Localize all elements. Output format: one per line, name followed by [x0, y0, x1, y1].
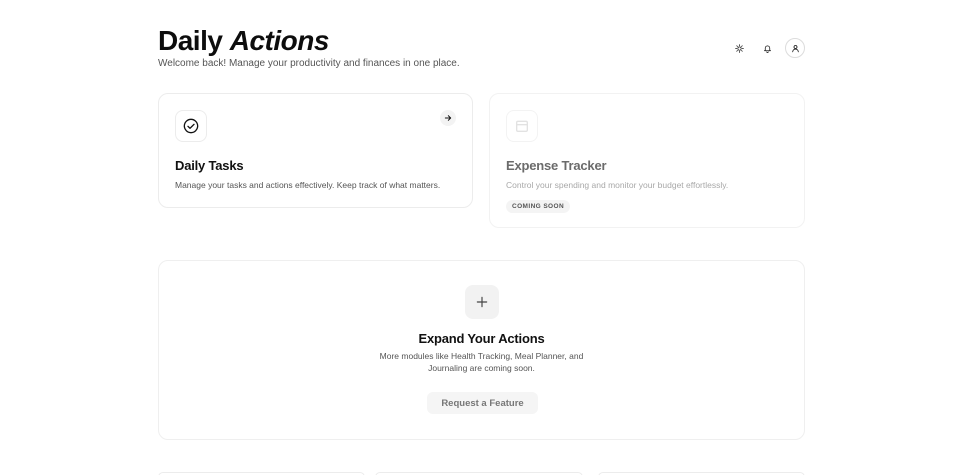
expand-title: Expand Your Actions [418, 331, 545, 346]
user-icon [791, 44, 799, 52]
coming-soon-badge: COMING SOON [506, 200, 571, 213]
arrow-right-icon [444, 115, 452, 121]
profile-button[interactable] [785, 38, 805, 58]
theme-toggle-button[interactable] [729, 38, 749, 58]
expense-tracker-icon-box [506, 110, 538, 142]
page-title: Daily Actions [158, 26, 805, 56]
open-daily-tasks-button[interactable] [440, 110, 456, 126]
expand-icon-box [465, 285, 499, 319]
request-feature-button[interactable]: Request a Feature [427, 392, 538, 414]
header-actions [729, 38, 805, 58]
page-subtitle: Welcome back! Manage your productivity a… [158, 58, 460, 69]
notifications-button[interactable] [757, 38, 777, 58]
daily-tasks-icon-box [175, 110, 207, 142]
expand-description: More modules like Health Tracking, Meal … [379, 351, 584, 373]
expand-actions-card: Expand Your Actions More modules like He… [158, 260, 805, 440]
expense-tracker-description: Control your spending and monitor your b… [506, 180, 729, 190]
expense-tracker-title: Expense Tracker [506, 158, 607, 173]
wallet-icon [516, 120, 528, 132]
daily-tasks-description: Manage your tasks and actions effectivel… [175, 180, 441, 190]
plus-icon [476, 296, 488, 308]
check-circle-icon [183, 118, 199, 134]
page-title-plain: Daily [158, 25, 223, 56]
daily-tasks-card[interactable]: Daily Tasks Manage your tasks and action… [158, 93, 473, 208]
bell-icon [763, 45, 771, 53]
sun-icon [734, 43, 744, 53]
page-header: Daily Actions Welcome back! Manage your … [158, 26, 805, 76]
expense-tracker-card: Expense Tracker Control your spending an… [489, 93, 805, 228]
page-title-italic: Actions [229, 25, 330, 56]
daily-tasks-title: Daily Tasks [175, 158, 244, 173]
